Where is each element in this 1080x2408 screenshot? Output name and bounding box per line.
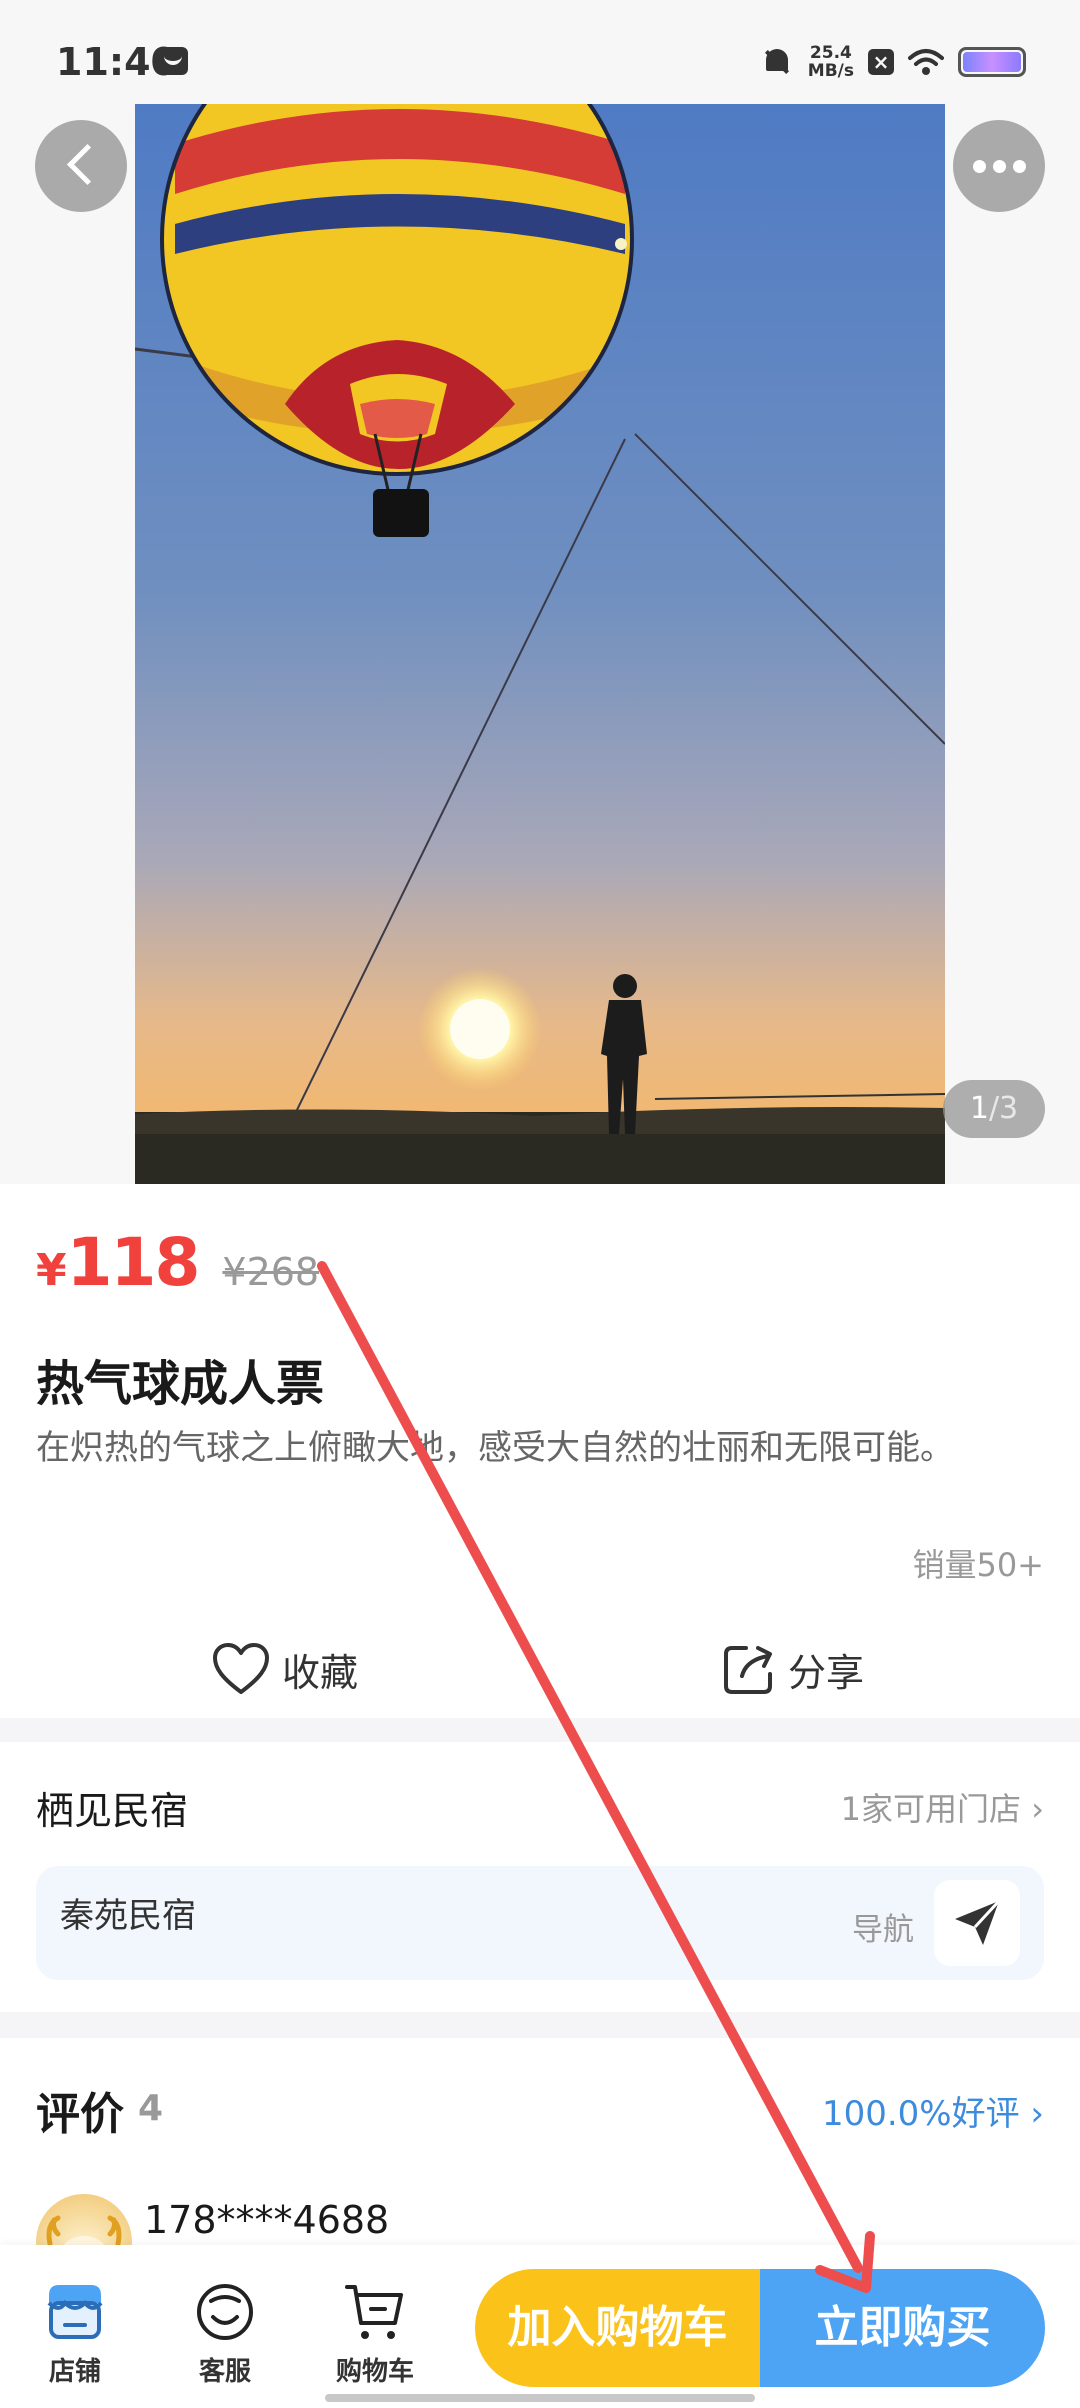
navigate-label: 导航	[852, 1912, 914, 1948]
tab-cart[interactable]: 购物车	[315, 2281, 435, 2388]
favorite-label: 收藏	[282, 1650, 359, 1695]
share-icon	[724, 1646, 772, 1694]
buy-now-button[interactable]: 立即购买	[760, 2269, 1045, 2387]
product-description: 在炽热的气球之上俯瞰大地，感受大自然的壮丽和无限可能。	[36, 1428, 954, 1468]
customer-service-icon	[197, 2284, 253, 2340]
back-button[interactable]	[35, 120, 127, 212]
home-indicator	[325, 2394, 755, 2402]
product-photo[interactable]	[135, 104, 945, 1184]
tab-shop[interactable]: 店铺	[15, 2281, 135, 2388]
status-icons: 25.4 MB/s ×	[760, 44, 1026, 80]
tab-shop-label: 店铺	[48, 2357, 101, 2387]
sales-count: 销量50+	[912, 1546, 1044, 1584]
original-price: ¥268	[222, 1250, 320, 1294]
status-bar: 11:40 25.4 MB/s ×	[0, 0, 1080, 110]
paper-plane-icon	[955, 1899, 1001, 1945]
battery-icon	[958, 47, 1026, 77]
share-button[interactable]: 分享	[722, 1624, 864, 1714]
add-to-cart-button[interactable]: 加入购物车	[475, 2269, 760, 2387]
product-gallery[interactable]: 1/3	[0, 104, 1080, 1184]
tab-service-label: 客服	[198, 2357, 251, 2387]
favorite-button[interactable]: 收藏	[212, 1624, 358, 1714]
current-price: 118	[66, 1224, 201, 1301]
heart-icon	[213, 1643, 269, 1694]
hot-air-balloon-image	[135, 104, 945, 1184]
navigate-button[interactable]	[934, 1880, 1020, 1966]
gallery-page-indicator: 1/3	[943, 1080, 1045, 1138]
store-name: 秦苑民宿	[60, 1896, 196, 1936]
action-row: 收藏 分享	[0, 1624, 1080, 1714]
price-row: ¥ 118 ¥268	[36, 1224, 319, 1301]
page-separator: /	[988, 1091, 1000, 1126]
reviewer-name: 178****4688	[144, 2198, 390, 2242]
good-rate-link[interactable]: 100.0%好评 ›	[822, 2086, 1044, 2135]
page-total: 3	[999, 1091, 1019, 1126]
product-info-card: ¥ 118 ¥268 热气球成人票 在炽热的气球之上俯瞰大地，感受大自然的壮丽和…	[0, 1184, 1080, 1718]
tab-cart-label: 购物车	[335, 2357, 414, 2387]
close-badge-icon: ×	[868, 49, 894, 75]
network-speed: 25.4 MB/s	[808, 44, 854, 80]
shop-icon	[47, 2285, 103, 2339]
tab-customer-service[interactable]: 客服	[165, 2281, 285, 2388]
bell-muted-icon	[760, 45, 794, 79]
network-speed-value: 25.4	[809, 43, 852, 63]
reviews-title: 评价	[36, 2089, 124, 2140]
wifi-icon	[908, 49, 944, 75]
message-icon	[158, 47, 188, 75]
reviews-count: 4	[138, 2088, 164, 2129]
bottom-action-bar: 店铺 客服 购物车 加入购物车 立即购买	[0, 2245, 1080, 2408]
price-currency: ¥	[36, 1245, 67, 1296]
shop-name: 栖见民宿	[36, 1789, 189, 1833]
more-dots-icon	[972, 159, 986, 173]
page-current: 1	[969, 1091, 989, 1126]
store-item[interactable]: 秦苑民宿 导航	[36, 1866, 1044, 1980]
product-title: 热气球成人票	[36, 1356, 325, 1412]
available-stores-link[interactable]: 1家可用门店 ›	[841, 1784, 1044, 1830]
share-label: 分享	[788, 1650, 865, 1695]
more-button[interactable]	[953, 120, 1045, 212]
network-speed-unit: MB/s	[807, 61, 854, 81]
cart-icon	[345, 2285, 403, 2339]
shop-card: 栖见民宿 1家可用门店 › 秦苑民宿 导航	[0, 1742, 1080, 2012]
purchase-buttons: 加入购物车 立即购买	[475, 2269, 1045, 2387]
